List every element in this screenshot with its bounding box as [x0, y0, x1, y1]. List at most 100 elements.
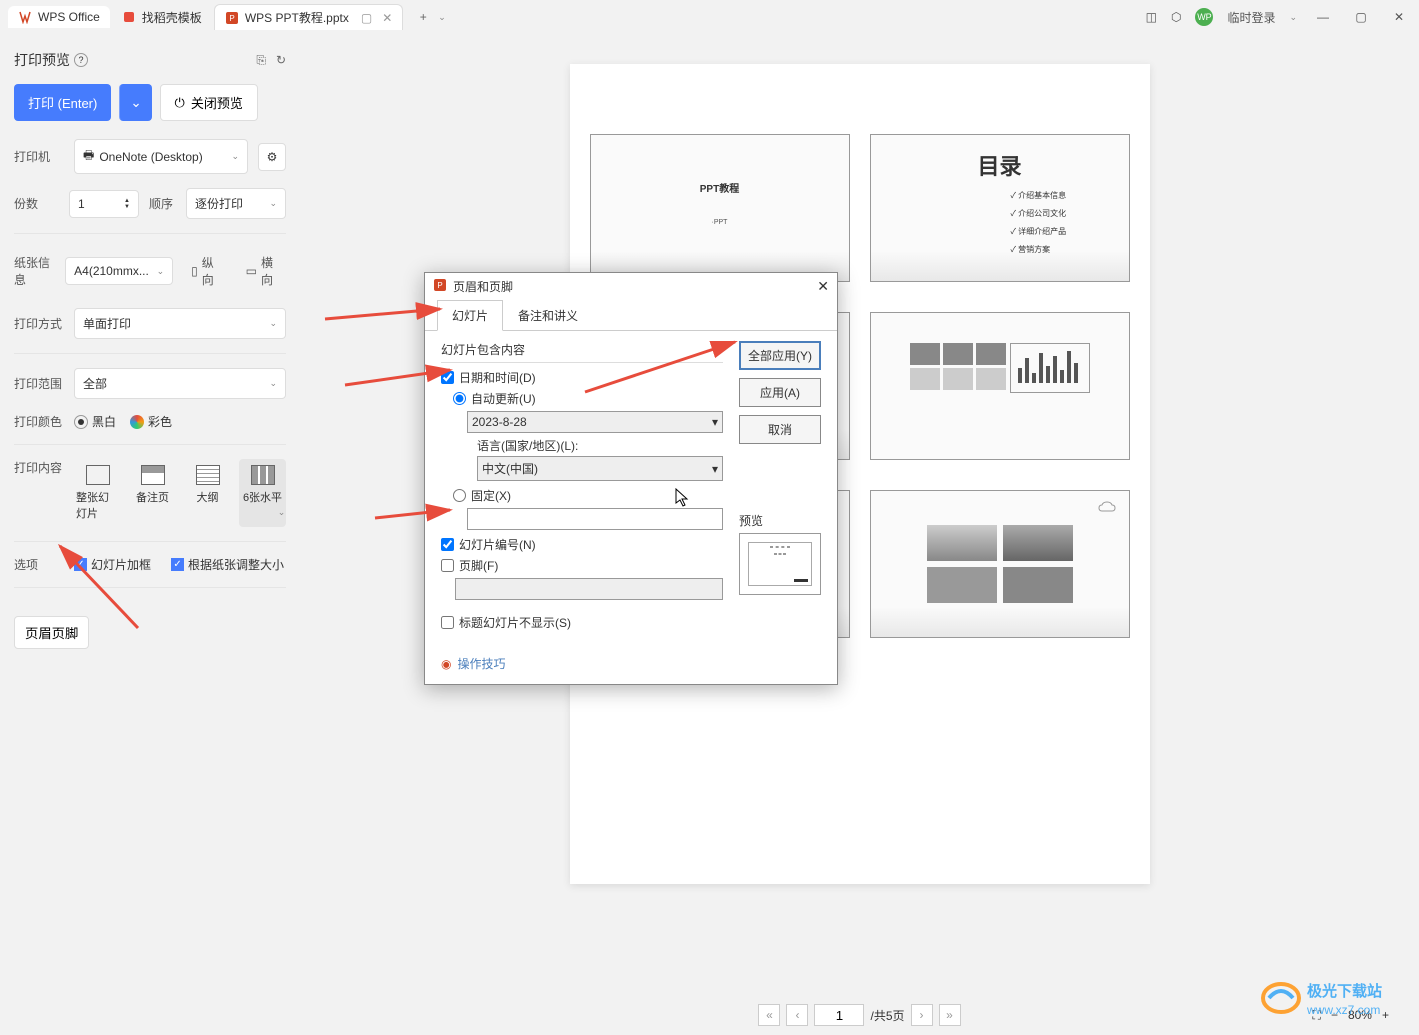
order-select[interactable]: 逐份打印 ⌄: [186, 188, 286, 219]
window-minimize[interactable]: —: [1311, 10, 1335, 24]
paper-select[interactable]: A4(210mmx... ⌄: [65, 257, 173, 285]
content-label: 打印内容: [14, 459, 64, 476]
fixed-input[interactable]: [467, 508, 723, 530]
paper-label: 纸张信息: [14, 254, 55, 288]
panel-icon-1[interactable]: ⎘: [256, 53, 266, 68]
tab-menu-icon[interactable]: ⌄: [438, 12, 446, 23]
template-icon: [122, 10, 136, 24]
login-dropdown-icon[interactable]: ⌄: [1289, 12, 1297, 23]
tab-presentation-mode-icon[interactable]: ▢: [361, 11, 372, 25]
user-avatar[interactable]: WP: [1195, 8, 1213, 26]
gear-icon: ⚙: [267, 150, 278, 164]
color-radio[interactable]: 彩色: [130, 413, 172, 430]
autoupdate-radio[interactable]: 自动更新(U): [453, 390, 723, 407]
content-6-horizontal[interactable]: 6张水平⌄: [239, 459, 286, 527]
print-dropdown[interactable]: ⌄: [119, 84, 151, 121]
svg-text:P: P: [437, 281, 442, 290]
first-page-button[interactable]: «: [758, 1004, 780, 1026]
date-select[interactable]: 2023-8-28▾: [467, 411, 723, 433]
tab-templates[interactable]: 找稻壳模板: [112, 5, 212, 30]
frame-checkbox[interactable]: ✓幻灯片加框: [74, 556, 151, 573]
slide-thumb-2: 目录 ✓ 介绍基本信息 ✓ 介绍公司文化 ✓ 详细介绍产品 ✓ 营销方案: [870, 134, 1130, 282]
tab-home-label: WPS Office: [38, 10, 100, 24]
range-select[interactable]: 全部 ⌄: [74, 368, 286, 399]
next-page-button[interactable]: ›: [911, 1004, 933, 1026]
close-preview-button[interactable]: ⏻ 关闭预览: [160, 84, 258, 121]
tips-icon: ◉: [441, 657, 451, 671]
header-footer-dialog: P 页眉和页脚 ✕ 幻灯片 备注和讲义 幻灯片包含内容 日期和时间(D) 自动更…: [424, 272, 838, 685]
printer-select[interactable]: 🖶OneNote (Desktop) ⌄: [74, 139, 248, 174]
tab-file[interactable]: P WPS PPT教程.pptx ▢ ✕: [214, 4, 403, 30]
tips-link[interactable]: 操作技巧: [457, 655, 505, 672]
ppt-icon: P: [225, 11, 239, 25]
footer-checkbox[interactable]: 页脚(F): [441, 557, 723, 574]
method-label: 打印方式: [14, 315, 64, 332]
dialog-title-text: 页眉和页脚: [453, 278, 513, 295]
status-bar: « ‹ /共5页 › » ⛶ − 80% +: [300, 995, 1419, 1035]
title-bar: WPS Office 找稻壳模板 P WPS PPT教程.pptx ▢ ✕ + …: [0, 0, 1419, 34]
tab-file-label: WPS PPT教程.pptx: [245, 9, 349, 26]
apply-all-button[interactable]: 全部应用(Y): [739, 341, 821, 370]
login-label[interactable]: 临时登录: [1227, 9, 1275, 26]
svg-text:P: P: [229, 14, 234, 23]
printer-label: 打印机: [14, 148, 64, 165]
window-close[interactable]: ✕: [1387, 10, 1411, 24]
bw-radio[interactable]: 黑白: [74, 413, 116, 430]
printer-settings-button[interactable]: ⚙: [258, 143, 286, 171]
page-input[interactable]: [814, 1004, 864, 1026]
apply-button[interactable]: 应用(A): [739, 378, 821, 407]
content-notes[interactable]: 备注页: [129, 459, 176, 527]
page-total: /共5页: [870, 1007, 904, 1024]
window-maximize[interactable]: ▢: [1349, 10, 1373, 24]
datetime-checkbox[interactable]: 日期和时间(D): [441, 369, 723, 386]
add-tab-button[interactable]: +: [411, 10, 435, 24]
content-outline[interactable]: 大纲: [184, 459, 231, 527]
fixed-radio[interactable]: 固定(X): [453, 487, 723, 504]
options-label: 选项: [14, 556, 64, 573]
order-label: 顺序: [149, 195, 176, 212]
panel-title: 打印预览 ?: [14, 50, 88, 70]
preview-box: [739, 533, 821, 595]
content-full-slide[interactable]: 整张幻灯片: [74, 459, 121, 527]
watermark: 极光下载站 www.xz7.com: [1259, 974, 1409, 1025]
panel-icon-2[interactable]: ↻: [276, 53, 286, 68]
dialog-tab-notes[interactable]: 备注和讲义: [503, 300, 593, 331]
dialog-app-icon: P: [433, 278, 447, 295]
help-icon[interactable]: ?: [74, 53, 88, 67]
svg-text:极光下载站: 极光下载站: [1307, 982, 1382, 1000]
last-page-button[interactable]: »: [939, 1004, 961, 1026]
section-label: 幻灯片包含内容: [441, 341, 723, 358]
dialog-close-button[interactable]: ✕: [817, 278, 829, 295]
copies-input[interactable]: 1 ▲▼: [69, 190, 139, 218]
print-button[interactable]: 打印 (Enter): [14, 84, 111, 121]
lang-select[interactable]: 中文(中国)▾: [477, 456, 723, 481]
lang-label: 语言(国家/地区)(L):: [477, 437, 723, 454]
color-label: 打印颜色: [14, 413, 64, 430]
svg-text:www.xz7.com: www.xz7.com: [1306, 1003, 1380, 1017]
method-select[interactable]: 单面打印 ⌄: [74, 308, 286, 339]
fit-checkbox[interactable]: ✓根据纸张调整大小: [171, 556, 284, 573]
portrait-icon: ▯: [191, 264, 198, 278]
landscape-button[interactable]: ▭横向: [238, 248, 286, 294]
tab-close-icon[interactable]: ✕: [382, 11, 392, 25]
preview-label: 预览: [739, 512, 821, 529]
copies-label: 份数: [14, 195, 59, 212]
titlebar-icon-1[interactable]: ◫: [1146, 10, 1157, 24]
cancel-button[interactable]: 取消: [739, 415, 821, 444]
footer-input[interactable]: [455, 578, 723, 600]
printer-icon: 🖶: [83, 146, 94, 167]
prev-page-button[interactable]: ‹: [786, 1004, 808, 1026]
tab-templates-label: 找稻壳模板: [142, 9, 202, 26]
hide-title-checkbox[interactable]: 标题幻灯片不显示(S): [441, 614, 723, 631]
power-icon: ⏻: [175, 95, 185, 111]
tab-home[interactable]: WPS Office: [8, 6, 110, 28]
portrait-button[interactable]: ▯纵向: [183, 248, 227, 294]
slide-thumb-6: [870, 490, 1130, 638]
landscape-icon: ▭: [246, 264, 257, 278]
print-preview-panel: 打印预览 ? ⎘ ↻ 打印 (Enter) ⌄ ⏻ 关闭预览 打印机 🖶OneN…: [0, 40, 300, 1035]
header-footer-button[interactable]: 页眉页脚: [14, 616, 89, 649]
range-label: 打印范围: [14, 375, 64, 392]
dialog-tab-slide[interactable]: 幻灯片: [437, 300, 503, 331]
slidenum-checkbox[interactable]: 幻灯片编号(N): [441, 536, 723, 553]
titlebar-icon-2[interactable]: ⬡: [1171, 10, 1181, 24]
